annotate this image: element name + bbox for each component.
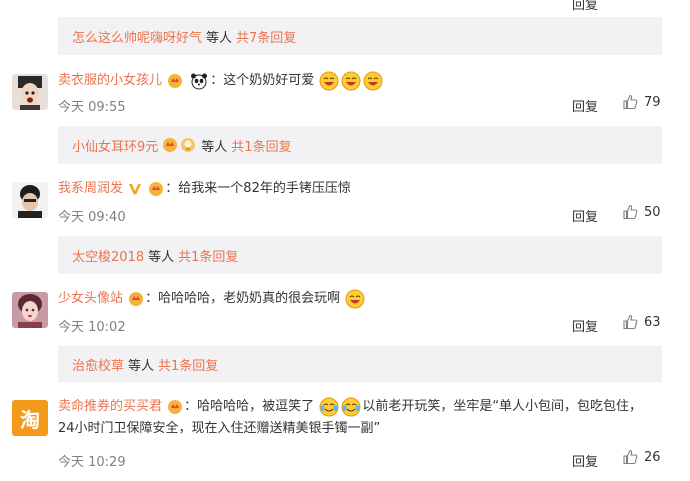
laughing-emoji-icon: [345, 289, 365, 308]
laughing-emoji-icon: [341, 71, 361, 90]
like-count: 79: [644, 94, 661, 110]
like-count: 63: [644, 314, 661, 330]
member-badge-icon: [168, 73, 183, 88]
reply-summary-names[interactable]: 治愈校草: [72, 355, 124, 374]
comment-text: 少女头像站 ：哈哈哈哈，老奶奶真的很会玩啊: [58, 288, 648, 310]
level-badge-icon: [181, 138, 196, 152]
reply-summary-names[interactable]: 小仙女耳环9元: [72, 136, 158, 155]
tears-of-joy-emoji-icon: [319, 397, 339, 416]
reply-summary-others: 等人: [206, 30, 233, 46]
reply-summary-names[interactable]: 怎么这么帅呢嗨呀好气: [72, 27, 202, 46]
reply-summary-count[interactable]: 共1条回复: [231, 136, 291, 155]
avatar[interactable]: [12, 74, 48, 110]
like-count: 50: [644, 204, 661, 220]
avatar[interactable]: 淘: [12, 400, 48, 436]
tears-of-joy-emoji-icon: [341, 397, 361, 416]
comment-time: 今天 10:02: [58, 320, 126, 335]
reply-button[interactable]: 回复: [572, 316, 598, 335]
like-button[interactable]: 79: [622, 94, 661, 110]
comment-text: 卖衣服的小女孩儿 ：这个奶奶好可爱: [58, 70, 648, 92]
comment-time: 今天 09:55: [58, 100, 126, 115]
comment-text: 卖命推券的买买君 ：哈哈哈哈，被逗笑了 以前老开玩笑，坐牢是“单人小包间，包吃包…: [58, 396, 648, 440]
reply-button[interactable]: 回复: [572, 0, 598, 13]
reply-summary-count[interactable]: 共7条回复: [236, 27, 296, 46]
comment-item: 我系周润发 ：给我来一个82年的手铐压压惊 今天 09:40 回复 50: [0, 170, 690, 230]
like-button[interactable]: 63: [622, 314, 661, 330]
reply-summary[interactable]: 治愈校草 等人 共1条回复: [58, 346, 662, 382]
laughing-emoji-icon: [363, 71, 383, 90]
comment-time: 今天 10:29: [58, 455, 126, 470]
member-badge-icon: [168, 399, 183, 414]
panda-icon: [191, 73, 208, 89]
reply-summary[interactable]: 小仙女耳环9元 等人 共1条回复: [58, 126, 662, 164]
member-badge-icon: [149, 181, 164, 196]
member-badge-icon: [163, 138, 178, 152]
thumbs-up-icon: [623, 449, 638, 465]
comment-time: 今天 09:40: [58, 210, 126, 225]
thumbs-up-icon: [623, 204, 638, 220]
thumbs-up-icon: [623, 314, 638, 330]
comment-item: 卖衣服的小女孩儿 ：这个奶奶好可爱 今天 09:55 回复 79: [0, 62, 690, 122]
avatar[interactable]: [12, 292, 48, 328]
comment-body: ：这个奶奶好可爱: [210, 73, 315, 88]
like-button[interactable]: 50: [622, 204, 661, 220]
reply-summary[interactable]: 太空梭2018 等人 共1条回复: [58, 236, 662, 274]
like-count: 26: [644, 449, 661, 465]
reply-summary-others: 等人: [128, 358, 155, 374]
like-button[interactable]: 26: [622, 449, 661, 465]
member-badge-icon: [129, 291, 144, 306]
previous-comment-actions: 回复: [0, 0, 690, 14]
comment-text: 我系周润发 ：给我来一个82年的手铐压压惊: [58, 178, 648, 200]
comment-item: 淘 卖命推券的买买君 ：哈哈哈哈，被逗笑了 以前老开玩笑，坐牢是“单人小包间，包…: [0, 388, 690, 481]
reply-summary-others: 等人: [148, 249, 175, 265]
avatar[interactable]: [12, 182, 48, 218]
thumbs-up-icon: [623, 94, 638, 110]
reply-summary-count[interactable]: 共1条回复: [178, 246, 238, 265]
reply-summary-names[interactable]: 太空梭2018: [72, 246, 144, 265]
laughing-emoji-icon: [319, 71, 339, 90]
reply-button[interactable]: 回复: [572, 451, 598, 470]
comment-username[interactable]: 我系周润发: [58, 181, 123, 196]
reply-summary-count[interactable]: 共1条回复: [158, 355, 218, 374]
comment-body: ：给我来一个82年的手铐压压惊: [165, 181, 351, 196]
verified-v-icon: [129, 183, 142, 194]
reply-button[interactable]: 回复: [572, 206, 598, 225]
comment-username[interactable]: 少女头像站: [58, 291, 123, 306]
comment-username[interactable]: 卖衣服的小女孩儿: [58, 73, 162, 88]
reply-button[interactable]: 回复: [572, 96, 598, 115]
avatar-text: 淘: [20, 407, 40, 432]
reply-summary-others: 等人: [201, 139, 228, 155]
comment-username[interactable]: 卖命推券的买买君: [58, 399, 162, 414]
comment-body: ：哈哈哈哈，被逗笑了: [184, 399, 315, 414]
comment-item: 少女头像站 ：哈哈哈哈，老奶奶真的很会玩啊 今天 10:02 回复 63: [0, 280, 690, 340]
comment-body: ：哈哈哈哈，老奶奶真的很会玩啊: [145, 291, 341, 306]
reply-summary[interactable]: 怎么这么帅呢嗨呀好气 等人 共7条回复: [58, 17, 662, 55]
